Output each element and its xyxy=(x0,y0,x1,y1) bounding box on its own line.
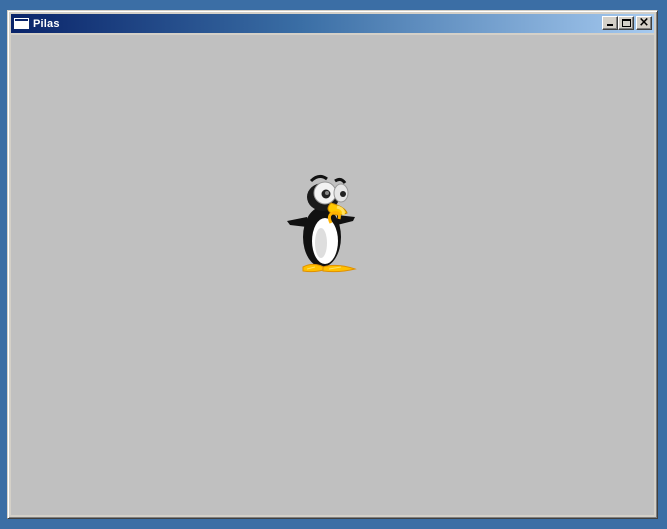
minimize-icon xyxy=(607,24,613,26)
maximize-button[interactable] xyxy=(618,16,634,30)
window-title: Pilas xyxy=(33,17,60,30)
app-window: Pilas × xyxy=(7,10,658,519)
minimize-button[interactable] xyxy=(602,16,618,30)
maximize-icon xyxy=(622,19,631,27)
window-app-icon[interactable] xyxy=(14,18,29,29)
close-icon: × xyxy=(638,15,650,30)
game-canvas[interactable] xyxy=(11,35,654,515)
penguin-sprite[interactable] xyxy=(285,169,361,277)
close-button[interactable]: × xyxy=(636,15,652,30)
window-controls: × xyxy=(602,15,652,30)
title-bar[interactable]: Pilas × xyxy=(11,14,654,33)
